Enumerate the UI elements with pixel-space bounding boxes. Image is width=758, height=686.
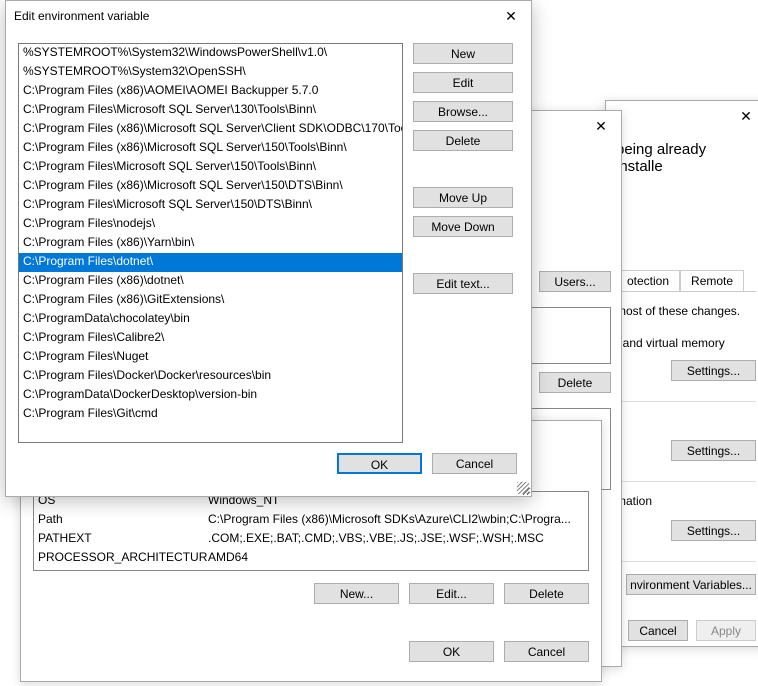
var-name: PROCESSOR_ARCHITECTURE	[38, 550, 208, 567]
tab-remote[interactable]: Remote	[680, 270, 744, 291]
var-name: Path	[38, 512, 208, 529]
edit-button[interactable]: Edit...	[409, 583, 494, 604]
settings-button[interactable]: Settings...	[671, 440, 756, 461]
info-text: , and virtual memory	[616, 336, 756, 350]
settings-button[interactable]: Settings...	[671, 520, 756, 541]
var-value: C:\Program Files (x86)\Microsoft SDKs\Az…	[208, 512, 584, 529]
path-list-item[interactable]: C:\Program Files (x86)\Microsoft SQL Ser…	[19, 139, 402, 158]
var-name: PATHEXT	[38, 531, 208, 548]
path-list-item[interactable]: C:\ProgramData\DockerDesktop\version-bin	[19, 386, 402, 405]
tab-protection[interactable]: otection	[616, 270, 680, 291]
resize-grip[interactable]	[517, 482, 529, 494]
edit-button[interactable]: Edit	[413, 72, 513, 93]
delete-button[interactable]: Delete	[539, 372, 611, 393]
var-value: .COM;.EXE;.BAT;.CMD;.VBS;.VBE;.JS;.JSE;.…	[208, 531, 584, 548]
cancel-button[interactable]: Cancel	[504, 641, 589, 662]
settings-button[interactable]: Settings...	[671, 360, 756, 381]
path-list-item[interactable]: C:\Program Files\Microsoft SQL Server\13…	[19, 101, 402, 120]
close-icon[interactable]: ✕	[726, 101, 758, 131]
close-icon[interactable]: ✕	[491, 1, 531, 31]
path-list-item[interactable]: C:\Program Files\Microsoft SQL Server\15…	[19, 158, 402, 177]
system-properties-dialog: ✕ being already installe otection Remote…	[605, 100, 758, 647]
cancel-button[interactable]: Cancel	[432, 453, 517, 474]
background-text: being already installe	[616, 141, 756, 175]
path-list-item[interactable]: C:\Program Files (x86)\GitExtensions\	[19, 291, 402, 310]
table-row[interactable]: PATHEXT.COM;.EXE;.BAT;.CMD;.VBS;.VBE;.JS…	[34, 530, 588, 549]
path-list-item[interactable]: %SYSTEMROOT%\System32\WindowsPowerShell\…	[19, 44, 402, 63]
move-up-button[interactable]: Move Up	[413, 187, 513, 208]
path-list-item[interactable]: C:\Program Files\nodejs\	[19, 215, 402, 234]
close-icon[interactable]: ✕	[581, 111, 621, 141]
cancel-button[interactable]: Cancel	[628, 620, 688, 641]
environment-variables-button[interactable]: nvironment Variables...	[626, 574, 756, 595]
path-list-item[interactable]: C:\Program Files\Nuget	[19, 348, 402, 367]
path-listbox[interactable]: %SYSTEMROOT%\System32\WindowsPowerShell\…	[18, 43, 403, 443]
new-button[interactable]: New...	[314, 583, 399, 604]
new-button[interactable]: New	[413, 43, 513, 64]
path-list-item[interactable]: C:\Program Files (x86)\Microsoft SQL Ser…	[19, 177, 402, 196]
ok-button[interactable]: OK	[409, 641, 494, 662]
path-list-item[interactable]: C:\ProgramData\chocolatey\bin	[19, 310, 402, 329]
browse-button[interactable]: Browse...	[413, 101, 513, 122]
info-text: most of these changes.	[616, 304, 756, 318]
path-list-item[interactable]: C:\Program Files\dotnet\	[19, 253, 402, 272]
path-list-item[interactable]: C:\Program Files\Git\cmd	[19, 405, 402, 424]
path-list-item[interactable]: C:\Program Files\Docker\Docker\resources…	[19, 367, 402, 386]
users-button[interactable]: Users...	[539, 271, 611, 292]
var-value: AMD64	[208, 550, 584, 567]
apply-button[interactable]: Apply	[696, 620, 756, 641]
path-list-item[interactable]: C:\Program Files\Calibre2\	[19, 329, 402, 348]
path-list-item[interactable]: C:\Program Files (x86)\dotnet\	[19, 272, 402, 291]
delete-button[interactable]: Delete	[504, 583, 589, 604]
edit-environment-variable-dialog: Edit environment variable ✕ %SYSTEMROOT%…	[5, 0, 532, 497]
path-list-item[interactable]: C:\Program Files (x86)\Microsoft SQL Ser…	[19, 120, 402, 139]
delete-button[interactable]: Delete	[413, 130, 513, 151]
move-down-button[interactable]: Move Down	[413, 216, 513, 237]
table-row[interactable]: PROCESSOR_ARCHITECTUREAMD64	[34, 549, 588, 568]
path-list-item[interactable]: C:\Program Files\Microsoft SQL Server\15…	[19, 196, 402, 215]
edit-text-button[interactable]: Edit text...	[413, 273, 513, 294]
dialog-title: Edit environment variable	[14, 9, 149, 23]
ok-button[interactable]: OK	[337, 453, 422, 474]
system-variables-table[interactable]: OSWindows_NTPathC:\Program Files (x86)\M…	[33, 491, 589, 571]
table-row[interactable]: PathC:\Program Files (x86)\Microsoft SDK…	[34, 511, 588, 530]
path-list-item[interactable]: C:\Program Files (x86)\Yarn\bin\	[19, 234, 402, 253]
path-list-item[interactable]: %SYSTEMROOT%\System32\OpenSSH\	[19, 63, 402, 82]
section-label: mation	[616, 494, 756, 508]
path-list-item[interactable]: C:\Program Files (x86)\AOMEI\AOMEI Backu…	[19, 82, 402, 101]
